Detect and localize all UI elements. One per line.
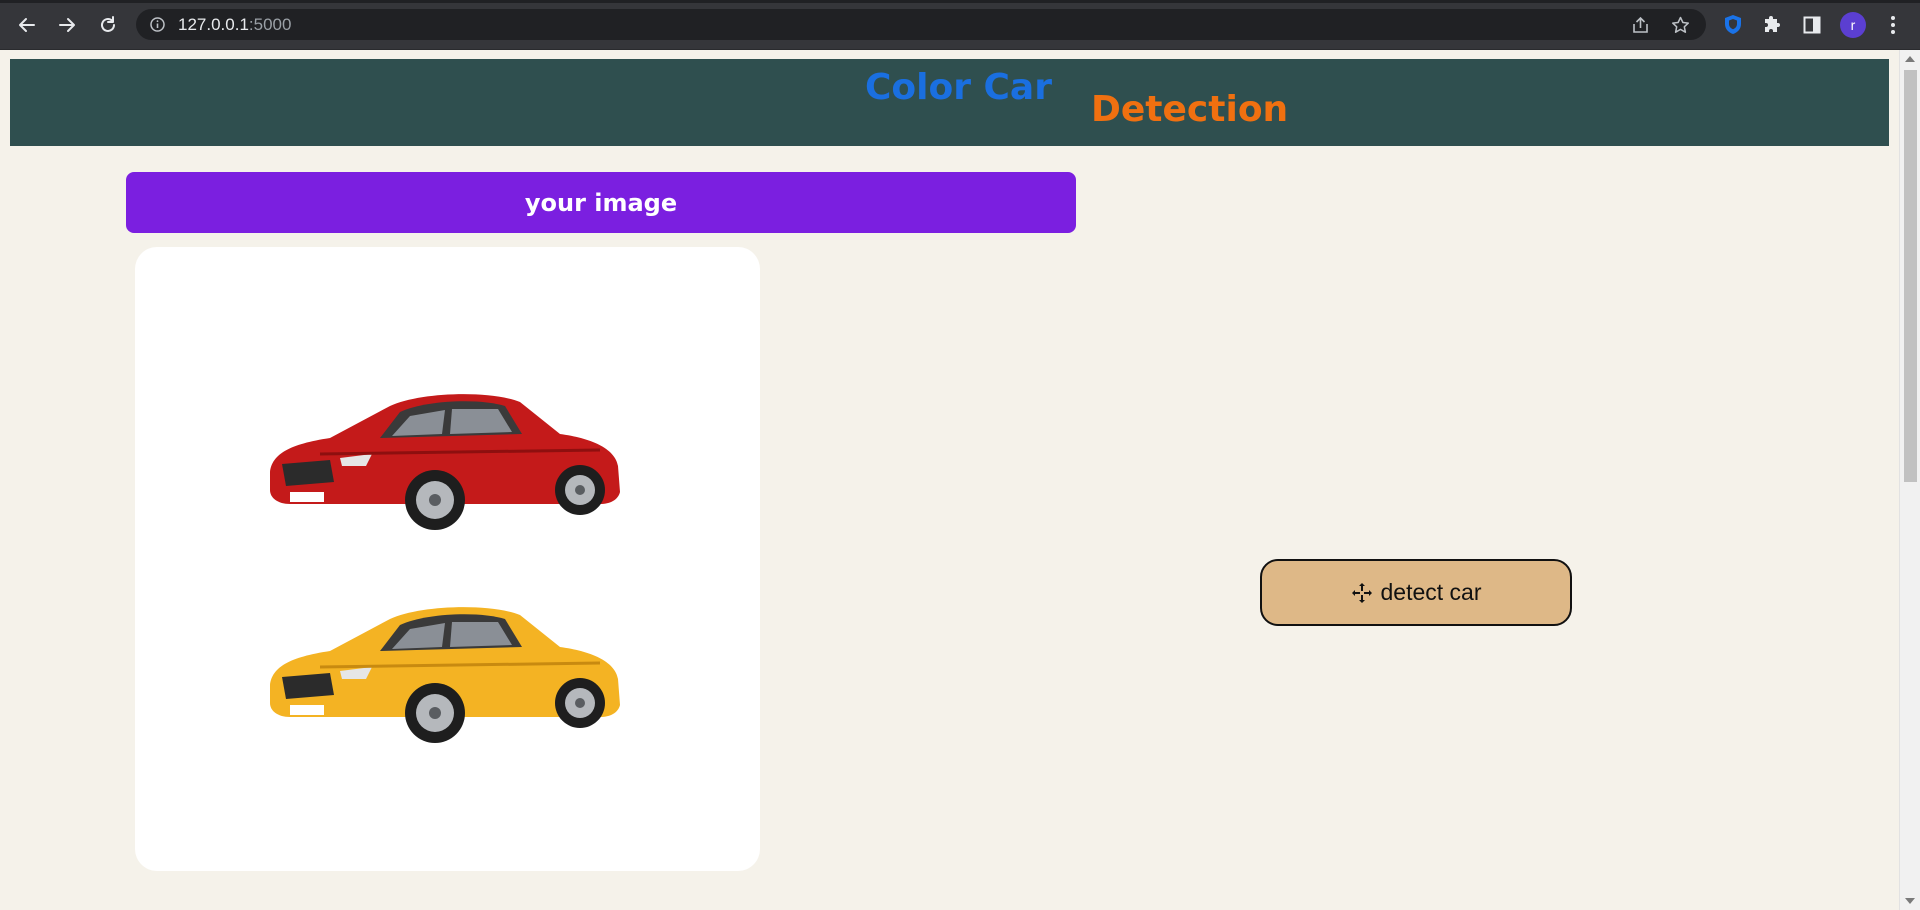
forward-button[interactable] (52, 12, 82, 38)
bookmark-star-icon[interactable] (1671, 16, 1690, 38)
reload-icon (101, 16, 115, 32)
cars-image (270, 394, 620, 743)
url-text[interactable]: 127.0.0.1:5000 (178, 15, 291, 35)
crosshair-move-icon (1351, 582, 1372, 603)
url-host: 127.0.0.1 (178, 15, 249, 34)
share-icon[interactable] (1631, 16, 1651, 38)
detect-car-label: detect car (1380, 579, 1482, 605)
scroll-up-icon[interactable] (1905, 56, 1915, 62)
your-image-banner: your image (126, 172, 1076, 233)
title-detection: Detection (1091, 89, 1289, 130)
address-bar[interactable]: 127.0.0.1:5000 (136, 9, 1706, 40)
tab-strip (0, 0, 1920, 3)
side-panel-icon[interactable] (1799, 12, 1825, 38)
scrollbar-thumb[interactable] (1904, 70, 1917, 482)
forward-arrow-icon (59, 18, 75, 32)
reload-button[interactable] (93, 12, 123, 38)
page-header: Color Car Detection (10, 59, 1889, 146)
shield-extension-icon[interactable] (1720, 12, 1746, 38)
title-color-car: Color Car (865, 67, 1052, 108)
site-info-icon[interactable] (149, 16, 166, 37)
profile-avatar[interactable]: r (1840, 12, 1866, 38)
detect-car-button[interactable]: detect car (1260, 559, 1572, 626)
back-button[interactable] (12, 12, 42, 38)
red-car (270, 394, 620, 530)
vertical-scrollbar[interactable] (1899, 50, 1920, 910)
menu-kebab-icon[interactable] (1880, 12, 1906, 38)
scroll-down-icon[interactable] (1905, 898, 1915, 904)
extensions-puzzle-icon[interactable] (1759, 12, 1785, 38)
url-port: :5000 (248, 15, 292, 34)
browser-toolbar: 127.0.0.1:5000 r (0, 0, 1920, 50)
yellow-car (270, 607, 620, 743)
back-arrow-icon (19, 18, 35, 32)
uploaded-image-card (135, 247, 760, 871)
page-viewport: Color Car Detection your image detect ca… (0, 50, 1899, 910)
